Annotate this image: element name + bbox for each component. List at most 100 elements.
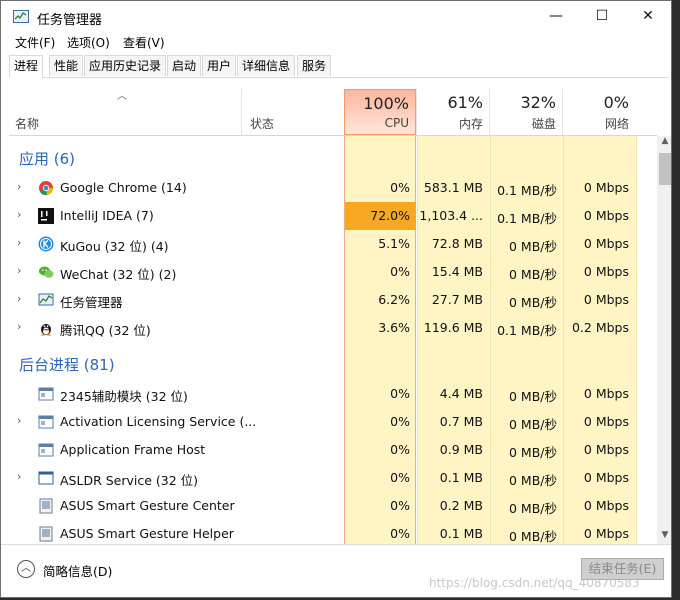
column-header-status[interactable]: 状态 xyxy=(241,89,344,135)
minimize-button[interactable]: — xyxy=(533,1,579,31)
process-row[interactable]: › 腾讯QQ (32 位) 3.6% 119.6 MB 0.1 MB/秒 0.2… xyxy=(9,314,635,342)
tab-app-history[interactable]: 应用历史记录 xyxy=(84,55,167,76)
maximize-button[interactable]: ☐ xyxy=(579,1,625,31)
network-total-percent: 0% xyxy=(603,93,629,112)
process-name: WeChat (32 位) (2) xyxy=(60,267,177,282)
process-row[interactable]: › Google Chrome (14) 0% 583.1 MB 0.1 MB/… xyxy=(9,174,635,202)
cpu-value: 0% xyxy=(390,414,410,429)
expand-chevron-icon[interactable]: › xyxy=(17,180,21,193)
wechat-icon xyxy=(38,264,54,280)
memory-value: 4.4 MB xyxy=(439,386,483,401)
column-header-network[interactable]: 0% 网络 xyxy=(562,89,635,135)
network-value: 0 Mbps xyxy=(583,414,629,429)
scroll-up-icon[interactable]: ▲ xyxy=(657,136,671,150)
process-row[interactable]: › Activation Licensing Service (... 0% 0… xyxy=(9,408,635,436)
process-row[interactable]: ASUS Smart Gesture Helper 0% 0.1 MB 0 MB… xyxy=(9,520,635,544)
process-row[interactable]: › 任务管理器 6.2% 27.7 MB 0 MB/秒 0 Mbps xyxy=(9,286,635,314)
network-value: 0 Mbps xyxy=(583,386,629,401)
expand-chevron-icon[interactable]: › xyxy=(17,320,21,333)
expand-chevron-icon[interactable]: › xyxy=(17,208,21,221)
disk-value: 0 MB/秒 xyxy=(509,529,557,544)
tab-users[interactable]: 用户 xyxy=(202,55,237,76)
column-header-name[interactable]: 名称 xyxy=(9,89,241,135)
column-disk-label: 磁盘 xyxy=(531,117,556,131)
gesture-app-icon xyxy=(38,498,54,514)
expand-chevron-icon[interactable]: › xyxy=(17,292,21,305)
end-task-button[interactable]: 结束任务(E) xyxy=(581,558,664,580)
column-name-label: 名称 xyxy=(15,117,40,131)
menu-file[interactable]: 文件(F) xyxy=(15,34,55,51)
expand-chevron-icon[interactable]: › xyxy=(17,236,21,249)
group-header-apps[interactable]: 应用 (6) xyxy=(19,148,75,169)
process-name: IntelliJ IDEA (7) xyxy=(60,208,154,223)
title-bar[interactable]: 任务管理器 — ☐ ✕ xyxy=(1,1,671,33)
disk-value: 0.1 MB/秒 xyxy=(497,211,557,226)
cpu-value: 0% xyxy=(390,526,410,541)
column-memory-label: 内存 xyxy=(458,117,483,131)
process-name: Google Chrome (14) xyxy=(60,180,187,195)
chevron-up-icon[interactable]: ︿ xyxy=(17,560,35,578)
process-name: ASUS Smart Gesture Helper xyxy=(60,526,234,541)
memory-value: 0.9 MB xyxy=(439,442,483,457)
process-row[interactable]: › WeChat (32 位) (2) 0% 15.4 MB 0 MB/秒 0 … xyxy=(9,258,635,286)
process-row[interactable]: Application Frame Host 0% 0.9 MB 0 MB/秒 … xyxy=(9,436,635,464)
menu-options[interactable]: 选项(O) xyxy=(67,34,110,51)
network-value: 0 Mbps xyxy=(583,180,629,195)
cpu-value: 0% xyxy=(390,264,410,279)
disk-value: 0 MB/秒 xyxy=(509,445,557,460)
network-value: 0 Mbps xyxy=(583,470,629,485)
network-value: 0 Mbps xyxy=(583,526,629,541)
process-list: 应用 (6) › Google Chrome (14) 0% 583.1 MB … xyxy=(9,136,657,544)
tab-processes[interactable]: 进程 xyxy=(9,55,44,78)
task-manager-window: 任务管理器 — ☐ ✕ 文件(F) 选项(O) 查看(V) 进程 性能 应用历史… xyxy=(0,0,672,598)
memory-value: 0.1 MB xyxy=(439,470,483,485)
network-value: 0 Mbps xyxy=(583,292,629,307)
column-header-disk[interactable]: 32% 磁盘 xyxy=(489,89,562,135)
memory-value: 1,103.4 ... xyxy=(419,208,483,223)
app-window-icon xyxy=(38,414,54,430)
vertical-scrollbar[interactable]: ▲ ▼ xyxy=(657,136,671,544)
cpu-value: 6.2% xyxy=(378,292,410,307)
tab-startup[interactable]: 启动 xyxy=(167,55,202,76)
tab-details[interactable]: 详细信息 xyxy=(237,55,296,76)
task-manager-icon xyxy=(38,292,54,308)
process-row[interactable]: › IntelliJ IDEA (7) 72.0% 1,103.4 ... 0.… xyxy=(9,202,635,230)
expand-chevron-icon[interactable]: › xyxy=(17,414,21,427)
network-value: 0.2 Mbps xyxy=(571,320,629,335)
process-name: Activation Licensing Service (... xyxy=(60,414,257,429)
process-name: 任务管理器 xyxy=(60,295,123,310)
column-header-cpu[interactable]: 100% CPU xyxy=(344,89,416,135)
disk-value: 0.1 MB/秒 xyxy=(497,183,557,198)
app-window-icon xyxy=(38,386,54,402)
memory-value: 0.2 MB xyxy=(439,498,483,513)
process-row[interactable]: ASUS Smart Gesture Center 0% 0.2 MB 0 MB… xyxy=(9,492,635,520)
process-row[interactable]: 2345辅助模块 (32 位) 0% 4.4 MB 0 MB/秒 0 Mbps xyxy=(9,380,635,408)
chrome-icon xyxy=(38,180,54,196)
close-button[interactable]: ✕ xyxy=(625,1,671,31)
task-manager-app-icon xyxy=(13,10,29,23)
disk-value: 0 MB/秒 xyxy=(509,389,557,404)
scroll-down-icon[interactable]: ▼ xyxy=(657,530,671,544)
cpu-value: 5.1% xyxy=(378,236,410,251)
network-value: 0 Mbps xyxy=(583,236,629,251)
window-title: 任务管理器 xyxy=(37,13,103,28)
process-name: Application Frame Host xyxy=(60,442,206,457)
process-row[interactable]: › KuGou (32 位) (4) 5.1% 72.8 MB 0 MB/秒 0… xyxy=(9,230,635,258)
process-row[interactable]: › ASLDR Service (32 位) 0% 0.1 MB 0 MB/秒 … xyxy=(9,464,635,492)
expand-chevron-icon[interactable]: › xyxy=(17,264,21,277)
fewer-details-link[interactable]: 简略信息(D) xyxy=(43,561,112,580)
process-name: ASLDR Service (32 位) xyxy=(60,473,199,488)
app-window-icon xyxy=(38,470,54,486)
column-header-memory[interactable]: 61% 内存 xyxy=(416,89,489,135)
cpu-value: 0% xyxy=(390,386,410,401)
menu-view[interactable]: 查看(V) xyxy=(123,34,165,51)
cpu-value: 0% xyxy=(390,442,410,457)
expand-chevron-icon[interactable]: › xyxy=(17,470,21,483)
scrollbar-thumb[interactable] xyxy=(659,153,671,185)
memory-value: 72.8 MB xyxy=(431,236,483,251)
memory-value: 0.7 MB xyxy=(439,414,483,429)
tab-performance[interactable]: 性能 xyxy=(49,55,84,76)
tab-services[interactable]: 服务 xyxy=(297,55,332,76)
group-header-background[interactable]: 后台进程 (81) xyxy=(19,354,115,375)
process-name: ASUS Smart Gesture Center xyxy=(60,498,235,513)
